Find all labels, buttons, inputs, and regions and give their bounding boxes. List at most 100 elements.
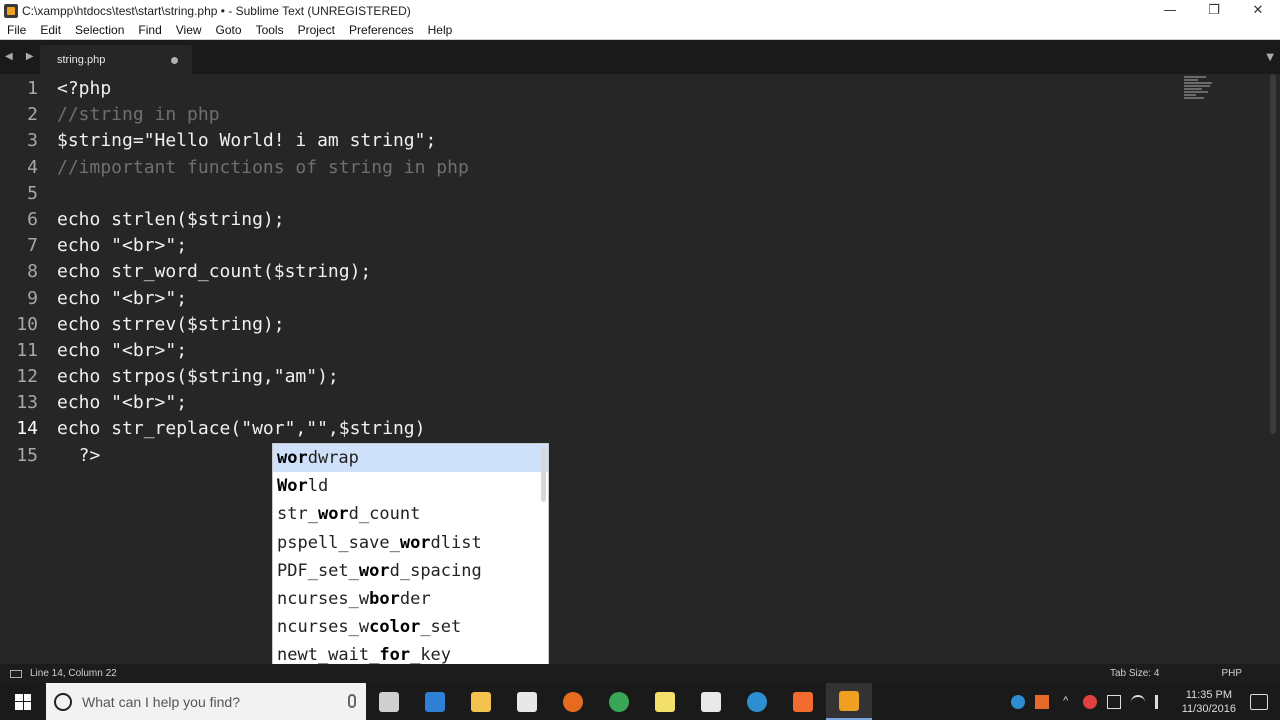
vertical-scrollbar[interactable]: [1270, 74, 1276, 434]
close-button[interactable]: ✕: [1236, 0, 1280, 21]
start-button[interactable]: [0, 683, 46, 720]
autocomplete-prefix: ncurses_w: [277, 617, 370, 638]
xampp-tool-taskbar-button[interactable]: [688, 683, 734, 720]
tab-size-indicator[interactable]: Tab Size: 4: [1110, 668, 1159, 679]
tab-nav-arrows-icon[interactable]: ◀ ▶: [5, 51, 39, 62]
code-line[interactable]: echo strlen($string);: [57, 207, 469, 233]
autocomplete-match: bor: [369, 588, 400, 609]
autocomplete-match: Wor: [277, 476, 308, 497]
line-number: 11: [16, 339, 38, 361]
autocomplete-item[interactable]: PDF_set_word_spacing: [273, 557, 548, 585]
unsaved-dot-icon[interactable]: [171, 57, 178, 64]
menu-find[interactable]: Find: [131, 23, 168, 37]
autocomplete-suffix: ld: [307, 476, 329, 497]
tab-string-php[interactable]: string.php: [40, 45, 192, 74]
code-line[interactable]: echo str_word_count($string);: [57, 259, 469, 285]
menu-project[interactable]: Project: [291, 23, 342, 37]
sublime-app-icon[interactable]: [4, 3, 18, 18]
autocomplete-match: color: [369, 617, 421, 638]
autocomplete-prefix: pspell_save_: [277, 532, 400, 553]
panel-toggle-icon[interactable]: [10, 669, 22, 678]
autocomplete-item[interactable]: str_word_count: [273, 500, 548, 528]
tab-dropdown-icon[interactable]: ▼: [1266, 52, 1274, 63]
notification-center-icon[interactable]: [1250, 693, 1268, 710]
update-icon[interactable]: [1010, 694, 1025, 709]
menu-help[interactable]: Help: [421, 23, 460, 37]
edge-taskbar-button[interactable]: [412, 683, 458, 720]
line-number: 9: [27, 287, 38, 309]
autocomplete-suffix: d_spacing: [389, 560, 482, 581]
code-line[interactable]: echo "<br>";: [57, 338, 469, 364]
code-line[interactable]: <?php: [57, 76, 469, 102]
code-line[interactable]: echo strpos($string,"am");: [57, 364, 469, 390]
autocomplete-prefix: newt_wait_: [277, 645, 380, 666]
chat-taskbar-button[interactable]: [734, 683, 780, 720]
xampp-icon: [793, 691, 813, 712]
autocomplete-scrollbar[interactable]: [541, 446, 546, 502]
sublime-text-icon: [839, 690, 859, 711]
autocomplete-prefix: PDF_set_: [277, 560, 359, 581]
code-line[interactable]: //string in php: [57, 102, 469, 128]
warning-icon[interactable]: [1034, 694, 1049, 709]
cursor-position: Line 14, Column 22: [30, 668, 117, 679]
task-view-taskbar-button[interactable]: [366, 683, 412, 720]
code-line[interactable]: echo "<br>";: [57, 233, 469, 259]
autocomplete-item[interactable]: pspell_save_wordlist: [273, 529, 548, 557]
minimap[interactable]: [1184, 76, 1214, 104]
clock[interactable]: 11:35 PM 11/30/2016: [1182, 688, 1236, 716]
autocomplete-popup[interactable]: wordwrap World str_word_count pspell_save_w…: [272, 443, 549, 668]
menu-file[interactable]: File: [0, 23, 33, 37]
chrome-taskbar-button[interactable]: [596, 683, 642, 720]
code-line[interactable]: //important functions of string in php: [57, 155, 469, 181]
autocomplete-item[interactable]: ncurses_wcolor_set: [273, 613, 548, 641]
record-icon[interactable]: [1082, 694, 1097, 709]
autocomplete-item[interactable]: wordwrap: [273, 444, 548, 473]
autocomplete-match: for: [379, 645, 411, 666]
chat-icon: [747, 691, 767, 712]
window-title: C:\xampp\htdocs\test\start\string.php • …: [22, 3, 411, 18]
code-area[interactable]: <?php//string in php $string="Hello World…: [57, 76, 469, 469]
code-line[interactable]: $string="Hello World! i am string";: [57, 128, 469, 154]
xampp-taskbar-button[interactable]: [780, 683, 826, 720]
code-line[interactable]: [57, 181, 469, 207]
autocomplete-item[interactable]: ncurses_wborder: [273, 585, 548, 613]
menu-selection[interactable]: Selection: [68, 23, 131, 37]
code-line[interactable]: echo "<br>";: [57, 286, 469, 312]
chevron-up-icon[interactable]: ^: [1059, 695, 1073, 709]
store-taskbar-button[interactable]: [504, 683, 550, 720]
code-line[interactable]: echo str_replace("wor","",$string): [57, 416, 469, 442]
autocomplete-suffix: d_count: [348, 504, 421, 525]
code-editor[interactable]: 1 2 3 4 5 6 7 8 9 10 11 12 13 14 15 <?php//string in p…: [0, 74, 1280, 664]
menu-bar: File Edit Selection Find View Goto Tools…: [0, 21, 1280, 40]
line-number: 2: [27, 104, 38, 126]
menu-preferences[interactable]: Preferences: [342, 23, 421, 37]
autocomplete-suffix: dlist: [430, 532, 482, 553]
microphone-icon[interactable]: [348, 694, 356, 708]
firefox-taskbar-button[interactable]: [550, 683, 596, 720]
menu-view[interactable]: View: [169, 23, 209, 37]
cortana-search-box[interactable]: What can I help you find?: [46, 683, 366, 720]
tab-label: string.php: [57, 53, 106, 66]
menu-tools[interactable]: Tools: [249, 23, 291, 37]
autocomplete-item[interactable]: World: [273, 472, 548, 500]
line-number: 5: [27, 182, 38, 204]
code-line[interactable]: echo "<br>";: [57, 390, 469, 416]
autocomplete-prefix: ncurses_w: [277, 588, 370, 609]
sublime-text-taskbar-button[interactable]: [826, 683, 872, 720]
volume-icon[interactable]: [1154, 694, 1169, 709]
menu-goto[interactable]: Goto: [209, 23, 249, 37]
file-explorer-icon: [471, 691, 491, 712]
wifi-icon[interactable]: [1130, 694, 1145, 709]
edge-icon: [425, 691, 445, 712]
line-number-gutter: 1 2 3 4 5 6 7 8 9 10 11 12 13 14 15: [0, 76, 46, 469]
file-explorer-taskbar-button[interactable]: [458, 683, 504, 720]
battery-icon[interactable]: [1106, 694, 1121, 709]
syntax-indicator[interactable]: PHP: [1221, 668, 1242, 679]
autocomplete-match: wor: [399, 532, 431, 553]
minimize-button[interactable]: —: [1148, 0, 1192, 21]
line-number: 13: [16, 392, 38, 414]
code-line[interactable]: echo strrev($string);: [57, 312, 469, 338]
sticky-notes-taskbar-button[interactable]: [642, 683, 688, 720]
maximize-button[interactable]: ❐: [1192, 0, 1236, 21]
menu-edit[interactable]: Edit: [33, 23, 68, 37]
